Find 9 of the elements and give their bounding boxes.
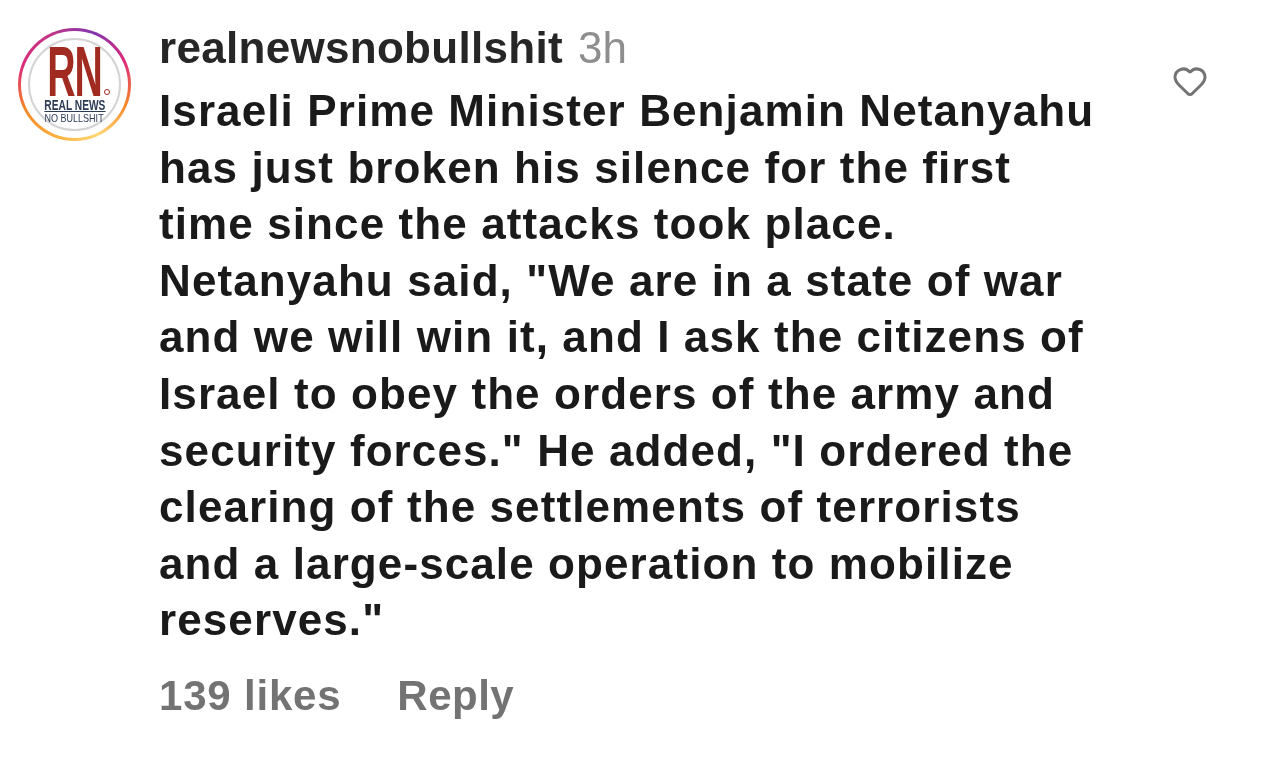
logo-text: REAL NEWS <box>44 97 105 112</box>
comment-text: Israeli Prime Minister Benjamin Netanyahu has just broken his silence for the first time since the attacks took place. Netanyahu said, "We are in a state of war and we will win it, and I ask the citizens of Israel to obey the orders of the army and security forces." He added, "I ordered the clearing of the settlements of terrorists and a large-scale operation to mobilize reserves." <box>159 85 1096 647</box>
username[interactable]: realnewsnobullshit <box>159 24 563 72</box>
small-ring-icon <box>103 88 110 95</box>
reply-button[interactable]: Reply <box>397 671 515 720</box>
likes-count[interactable]: 139 likes <box>159 671 342 720</box>
logo-monogram: RN <box>47 45 102 98</box>
logo-text: NO BULLSHIT <box>44 112 105 124</box>
timestamp: 3h <box>577 24 627 72</box>
